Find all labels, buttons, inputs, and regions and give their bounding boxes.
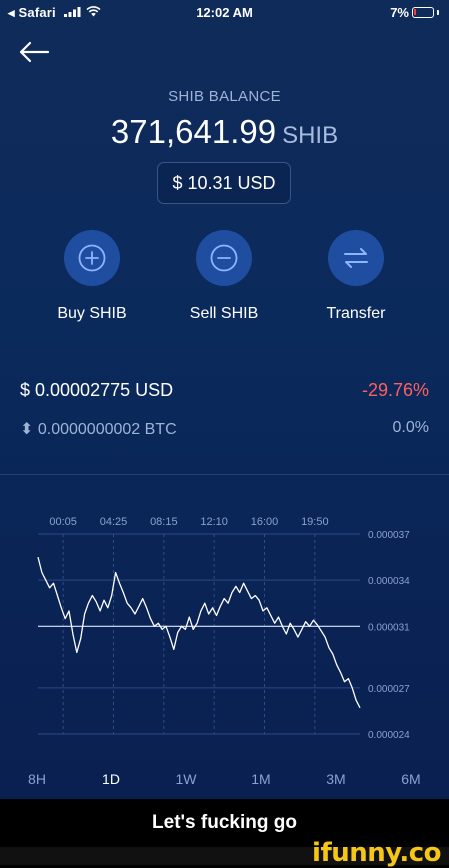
range-8h[interactable]: 8H <box>12 771 62 787</box>
transfer-circle <box>328 230 384 286</box>
x-tick-label: 12:10 <box>200 516 228 528</box>
battery-icon <box>412 7 434 18</box>
btc-change: 0.0% <box>392 419 429 436</box>
divider <box>0 474 449 475</box>
watermark-logo: ifunny.co <box>312 838 441 868</box>
balance-label: SHIB BALANCE <box>168 88 281 105</box>
y-tick-label: 0.000027 <box>368 684 410 695</box>
buy-button[interactable]: Buy SHIB <box>37 230 147 323</box>
x-tick-label: 00:05 <box>49 516 77 528</box>
balance-unit: SHIB <box>282 122 339 149</box>
x-tick-label: 16:00 <box>251 516 279 528</box>
plus-icon <box>78 244 106 272</box>
transfer-button[interactable]: Transfer <box>301 230 411 323</box>
wallet-screen: ◂ Safari 12:02 AM 7% SHIB BALANCE 371,64… <box>0 0 449 799</box>
price-row: $ 0.00002775 USD -29.76% <box>20 380 429 402</box>
transfer-arrows-icon <box>344 248 368 268</box>
clock: 12:02 AM <box>196 5 253 20</box>
usd-value: $ 10.31 USD <box>172 172 276 193</box>
price-chart[interactable]: 00:05 04:25 08:15 12:10 16:00 19:50 0.000037 0… <box>0 500 449 755</box>
btc-row[interactable]: ⬍ 0.0000000002 BTC 0.0% <box>20 419 429 439</box>
transfer-label: Transfer <box>326 305 386 322</box>
battery-percent: 7% <box>390 5 409 20</box>
y-tick-label: 0.000037 <box>368 530 410 541</box>
range-3m[interactable]: 3M <box>311 771 361 787</box>
y-tick-label: 0.000024 <box>368 730 410 741</box>
battery-status: 7% <box>390 5 439 20</box>
x-tick-label: 08:15 <box>150 516 178 528</box>
usd-value-pill[interactable]: $ 10.31 USD <box>157 162 291 204</box>
status-bar: ◂ Safari 12:02 AM 7% <box>0 0 449 26</box>
range-selector: 8H 1D 1W 1M 3M 6M <box>0 771 449 791</box>
price-change: -29.76% <box>361 380 429 400</box>
sell-circle <box>196 230 252 286</box>
buy-circle <box>64 230 120 286</box>
range-1w[interactable]: 1W <box>161 771 211 787</box>
back-arrow-icon[interactable] <box>18 40 50 64</box>
buy-label: Buy SHIB <box>57 305 127 322</box>
range-1m[interactable]: 1M <box>236 771 286 787</box>
battery-nub <box>437 10 439 15</box>
price-usd: $ 0.00002775 USD <box>20 380 174 400</box>
x-tick-label: 19:50 <box>301 516 329 528</box>
y-tick-label: 0.000031 <box>368 622 410 633</box>
range-1d[interactable]: 1D <box>86 771 136 787</box>
minus-icon <box>210 244 238 272</box>
sell-button[interactable]: Sell SHIB <box>169 230 279 323</box>
price-btc: ⬍ 0.0000000002 BTC <box>20 421 177 438</box>
x-tick-label: 04:25 <box>100 516 128 528</box>
range-6m[interactable]: 6M <box>386 771 436 787</box>
y-tick-label: 0.000034 <box>368 576 410 587</box>
balance-amount: 371,641.99 <box>110 113 277 150</box>
sell-label: Sell SHIB <box>189 305 259 322</box>
balance-value: 371,641.99 SHIB <box>0 113 449 151</box>
